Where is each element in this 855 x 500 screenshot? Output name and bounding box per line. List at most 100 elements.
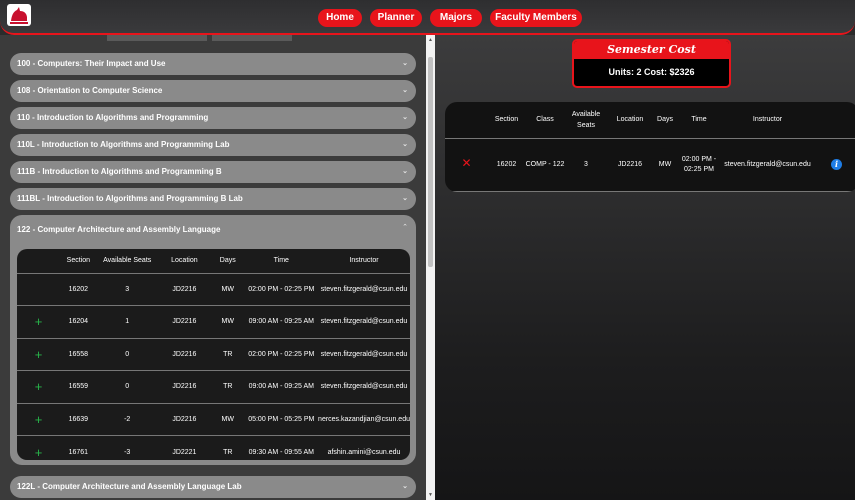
chevron-down-icon: ⌄ [402,168,408,175]
table-row: ✕ 16202 COMP - 122 3 JD2216 MW 02:00 PM … [445,138,855,192]
nav-faculty-button[interactable]: Faculty Members [490,9,582,27]
course-item-122-expanded: 122 - Computer Architecture and Assembly… [10,215,416,465]
column-header: Section [60,249,97,274]
section-cell: 16639 [60,403,97,436]
instructor-cell: steven.fitzgerald@csun.edu [721,138,814,192]
course-label: 122L - Computer Architecture and Assembl… [17,482,242,491]
column-header: Time [244,249,319,274]
time-cell: 02:00 PM - 02:25 PM [244,273,319,306]
location-cell: JD2216 [157,273,212,306]
add-cell-empty [17,273,61,306]
instructor-cell: nerces.kazandjian@csun.edu [318,403,410,436]
table-header-row: Section Class Available Seats Location D… [445,102,855,139]
time-cell: 02:00 PM - 02:25 PM [677,138,721,192]
course-item-108[interactable]: 108 - Orientation to Computer Science ⌄ [10,80,416,102]
chevron-down-icon: ⌄ [402,141,408,148]
section-cell: 16559 [60,370,97,404]
table-row: + 16559 0 JD2216 TR 09:00 AM - 09:25 AM … [17,370,410,404]
semester-cost-box: Semester Cost Units: 2 Cost: $2326 [572,39,731,88]
course-label[interactable]: 122 - Computer Architecture and Assembly… [17,225,220,234]
column-header: Instructor [721,102,814,139]
location-cell: JD2216 [157,403,212,436]
location-cell: JD2216 [607,138,653,192]
scroll-thumb[interactable] [428,57,433,267]
column-header: Instructor [318,249,410,274]
tab-stub [107,35,207,41]
chevron-down-icon: ⌄ [402,60,408,67]
top-bar: Home Planner Majors Faculty Members [0,0,855,35]
section-cell: 16202 [488,138,525,192]
seats-cell: 0 [96,338,158,371]
instructor-cell: afshin.amini@csun.edu [327,448,401,456]
add-section-icon[interactable]: + [35,314,43,329]
course-item-111b[interactable]: 111B - Introduction to Algorithms and Pr… [10,161,416,183]
column-header: Section [488,102,525,139]
section-cell: 16204 [60,305,97,339]
scroll-down-arrow-icon[interactable]: ▼ [428,492,433,498]
time-cell: 09:30 AM - 09:55 AM [248,448,314,456]
seats-cell: 1 [96,305,158,339]
column-header: Days [211,249,245,274]
column-header [814,102,855,139]
add-section-icon[interactable]: + [35,412,43,427]
course-label: 110L - Introduction to Algorithms and Pr… [17,140,230,149]
section-cell: 16761 [68,448,89,456]
course-list-panel: 100 - Computers: Their Impact and Use ⌄ … [0,35,426,500]
instructor-cell: steven.fitzgerald@csun.edu [318,338,410,371]
days-cell: MW [211,273,245,306]
course-label: 108 - Orientation to Computer Science [17,86,163,95]
time-cell: 09:00 AM - 09:25 AM [244,305,319,339]
nav-majors-button[interactable]: Majors [430,9,482,27]
course-item-100[interactable]: 100 - Computers: Their Impact and Use ⌄ [10,53,416,75]
location-cell: JD2216 [157,338,212,371]
course-label: 111B - Introduction to Algorithms and Pr… [17,167,222,176]
course-label: 100 - Computers: Their Impact and Use [17,59,166,68]
course-item-110l[interactable]: 110L - Introduction to Algorithms and Pr… [10,134,416,156]
location-cell: JD2216 [157,305,212,339]
matador-logo[interactable] [6,3,32,27]
instructor-cell: steven.fitzgerald@csun.edu [318,370,410,404]
remove-section-icon[interactable]: ✕ [461,156,471,170]
main-nav: Home Planner Majors Faculty Members [318,9,582,27]
location-cell: JD2221 [172,448,197,456]
chevron-down-icon: ⌄ [402,483,408,490]
days-cell: TR [211,370,245,404]
chevron-up-icon[interactable]: ⌃ [402,223,408,231]
column-header: Available Seats [96,249,158,274]
info-icon[interactable]: i [831,158,842,170]
section-cell: 16202 [60,273,97,306]
table-row: 16202 3 JD2216 MW 02:00 PM - 02:25 PM st… [17,273,410,306]
course-list-scrollbar[interactable]: ▲ ▼ [426,35,435,500]
seats-cell: 0 [96,370,158,404]
days-cell: MW [653,138,677,192]
seats-cell: 3 [565,138,607,192]
table-row: + 16558 0 JD2216 TR 02:00 PM - 02:25 PM … [17,338,410,371]
time-cell: 02:00 PM - 02:25 PM [244,338,319,371]
chevron-down-icon: ⌄ [402,195,408,202]
days-cell: MW [211,305,245,339]
course-item-111bl[interactable]: 111BL - Introduction to Algorithms and P… [10,188,416,210]
nav-planner-button[interactable]: Planner [370,9,422,27]
column-header: Class [525,102,565,139]
add-section-icon[interactable]: + [35,445,43,460]
course-label: 111BL - Introduction to Algorithms and P… [17,194,243,203]
sections-table: Section Available Seats Location Days Ti… [17,249,410,460]
selected-sections-table: Section Class Available Seats Location D… [445,102,855,192]
course-label: 110 - Introduction to Algorithms and Pro… [17,113,209,122]
column-header [17,249,61,274]
column-header: Available Seats [565,102,607,139]
table-row: + 16204 1 JD2216 MW 09:00 AM - 09:25 AM … [17,305,410,339]
time-cell: 09:00 AM - 09:25 AM [244,370,319,404]
course-item-110[interactable]: 110 - Introduction to Algorithms and Pro… [10,107,416,129]
instructor-cell: steven.fitzgerald@csun.edu [318,273,410,306]
add-section-icon[interactable]: + [35,347,43,362]
location-cell: JD2216 [157,370,212,404]
schedule-panel: Semester Cost Units: 2 Cost: $2326 Secti… [435,35,855,500]
add-section-icon[interactable]: + [35,379,43,394]
nav-home-button[interactable]: Home [318,9,362,27]
table-row: + 16639 -2 JD2216 MW 05:00 PM - 05:25 PM… [17,403,410,436]
seats-cell: -2 [96,403,158,436]
semester-cost-title: Semester Cost [574,41,729,59]
course-item-122l[interactable]: 122L - Computer Architecture and Assembl… [10,476,416,498]
scroll-up-arrow-icon[interactable]: ▲ [428,37,433,43]
